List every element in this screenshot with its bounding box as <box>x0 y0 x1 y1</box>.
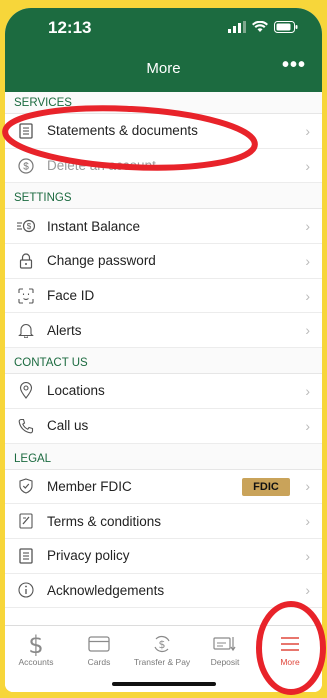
member-fdic-label: Member FDIC <box>47 478 132 494</box>
chevron-right-icon: › <box>305 157 310 174</box>
document-icon <box>17 122 35 140</box>
section-title-contact: CONTACT US <box>5 348 322 375</box>
bell-icon <box>17 321 35 339</box>
card-icon <box>68 632 130 656</box>
shield-check-icon <box>17 477 35 495</box>
document-icon <box>17 547 35 565</box>
tab-more[interactable]: More <box>259 632 321 667</box>
change-password-item[interactable]: Change password › <box>5 244 322 279</box>
statements-documents-label: Statements & documents <box>47 123 198 139</box>
svg-text:$: $ <box>27 222 32 231</box>
tab-cards-label: Cards <box>87 657 111 667</box>
section-title-legal: LEGAL <box>5 443 322 470</box>
change-password-label: Change password <box>47 253 156 269</box>
lock-icon <box>17 252 35 270</box>
alerts-label: Alerts <box>47 322 82 338</box>
tab-accounts-label: Accounts <box>18 657 54 667</box>
phone-screen: 12:13 More ••• SERVICES Statements & doc… <box>5 8 322 692</box>
chevron-right-icon: › <box>305 382 310 399</box>
status-time: 12:13 <box>48 18 92 37</box>
instant-balance-item[interactable]: $ Instant Balance › <box>5 209 322 245</box>
tab-bar: $ Accounts Cards $ Transfer & Pay Deposi… <box>5 625 322 692</box>
dollar-icon: $ <box>5 632 67 656</box>
home-indicator <box>112 682 216 686</box>
tab-cards[interactable]: Cards <box>68 632 130 667</box>
tab-deposit[interactable]: Deposit <box>194 632 256 667</box>
instant-balance-icon: $ <box>17 217 35 235</box>
svg-text:$: $ <box>159 638 166 651</box>
chevron-right-icon: › <box>305 287 310 304</box>
locations-item[interactable]: Locations › <box>5 374 322 409</box>
deposit-check-icon <box>194 632 256 656</box>
pencil-document-icon <box>17 512 35 530</box>
instant-balance-label: Instant Balance <box>47 218 141 234</box>
alerts-item[interactable]: Alerts › <box>5 313 322 349</box>
status-icons <box>228 20 298 38</box>
call-us-item[interactable]: Call us › <box>5 408 322 444</box>
info-icon <box>17 581 35 599</box>
fdic-logo: FDIC <box>242 477 290 496</box>
statements-documents-item[interactable]: Statements & documents › <box>5 114 322 149</box>
chevron-right-icon: › <box>305 547 310 564</box>
chevron-right-icon: › <box>305 417 310 434</box>
call-us-label: Call us <box>47 418 89 434</box>
tab-transfer-pay-label: Transfer & Pay <box>133 657 191 667</box>
chevron-right-icon: › <box>305 582 310 599</box>
svg-text:$: $ <box>23 161 29 172</box>
svg-text:$: $ <box>28 632 43 656</box>
signal-icon <box>228 20 246 38</box>
member-fdic-item[interactable]: Member FDIC FDIC › <box>5 469 322 505</box>
face-id-item[interactable]: Face ID › <box>5 278 322 314</box>
privacy-policy-label: Privacy policy <box>47 548 130 564</box>
face-id-icon <box>17 287 35 305</box>
chevron-right-icon: › <box>305 252 310 269</box>
chevron-right-icon: › <box>305 122 310 139</box>
settings-list[interactable]: SERVICES Statements & documents › $ Dele… <box>5 92 322 626</box>
dollar-circle-icon: $ <box>17 157 35 175</box>
chevron-right-icon: › <box>305 218 310 235</box>
battery-icon <box>274 20 298 38</box>
chevron-right-icon: › <box>305 478 310 495</box>
delete-account-item[interactable]: $ Delete an account › <box>5 148 322 184</box>
delete-account-label: Delete an account <box>47 158 156 174</box>
terms-conditions-label: Terms & conditions <box>47 513 162 529</box>
chevron-right-icon: › <box>305 513 310 530</box>
phone-icon <box>17 417 35 435</box>
tab-more-label: More <box>280 657 300 667</box>
face-id-label: Face ID <box>47 288 95 304</box>
location-pin-icon <box>17 382 35 400</box>
chevron-right-icon: › <box>305 322 310 339</box>
transfer-icon: $ <box>131 632 193 656</box>
acknowledgements-label: Acknowledgements <box>47 582 165 598</box>
menu-icon <box>259 632 321 656</box>
section-title-services: SERVICES <box>5 92 322 114</box>
tab-deposit-label: Deposit <box>210 657 240 667</box>
locations-label: Locations <box>47 383 105 399</box>
wifi-icon <box>252 20 268 38</box>
tab-accounts[interactable]: $ Accounts <box>5 632 67 667</box>
ellipsis-icon[interactable]: ••• <box>282 54 306 77</box>
privacy-policy-item[interactable]: Privacy policy › <box>5 538 322 574</box>
terms-conditions-item[interactable]: Terms & conditions › <box>5 504 322 539</box>
tab-transfer-pay[interactable]: $ Transfer & Pay <box>131 632 193 667</box>
app-header: 12:13 More ••• <box>5 8 322 92</box>
section-title-settings: SETTINGS <box>5 183 322 210</box>
page-title: More <box>146 60 181 77</box>
acknowledgements-item[interactable]: Acknowledgements › <box>5 573 322 609</box>
